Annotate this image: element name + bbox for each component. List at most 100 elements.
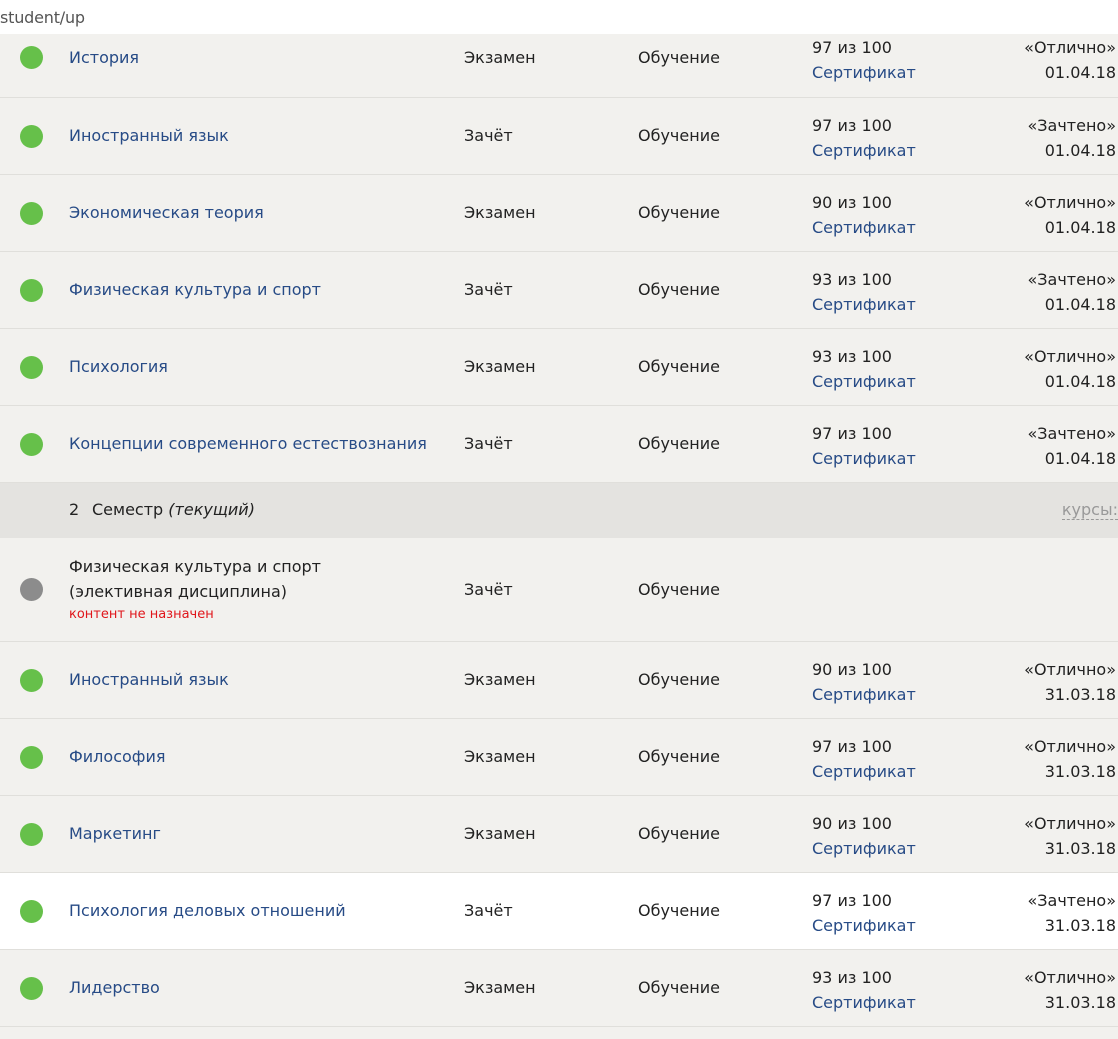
grade-date: 31.03.18 [1044,839,1116,858]
course-state: Обучение [638,48,720,67]
course-title-text: Физическая культура и спорт (элективная … [69,557,321,601]
course-state: Обучение [638,126,720,145]
course-state: Обучение [638,203,720,222]
address-bar[interactable]: student/up [0,0,1118,35]
control-type: Зачёт [464,280,513,299]
result-cell: «Отлично» 01.04.18 [1024,190,1116,240]
score-value: 90 из 100 [812,193,892,212]
course-link[interactable]: Психология деловых отношений [69,901,346,920]
grade-value: «Отлично» [1024,38,1116,57]
status-done-icon [20,669,43,692]
certificate-link[interactable]: Сертификат [812,682,916,707]
status-done-icon [20,279,43,302]
status-done-icon [20,823,43,846]
course-link[interactable]: Маркетинг [69,824,161,843]
grade-date: 01.04.18 [1044,449,1116,468]
grade-date: 31.03.18 [1044,762,1116,781]
score-cell: 93 из 100 Сертификат [812,344,916,394]
course-row: Иностранный язык Зачёт Обучение 97 из 10… [0,98,1118,175]
course-row: Лидерство Экзамен Обучение 93 из 100 Сер… [0,950,1118,1027]
certificate-link[interactable]: Сертификат [812,913,916,938]
grade-date: 01.04.18 [1044,141,1116,160]
semester-current-tag: (текущий) [168,500,255,519]
result-cell: «Отлично» 01.04.18 [1024,35,1116,85]
certificate-link[interactable]: Сертификат [812,990,916,1015]
certificate-link[interactable]: Сертификат [812,369,916,394]
status-done-icon [20,356,43,379]
status-done-icon [20,433,43,456]
course-state: Обучение [638,670,720,689]
score-value: 90 из 100 [812,814,892,833]
course-state: Обучение [638,747,720,766]
certificate-link[interactable]: Сертификат [812,215,916,240]
score-value: 90 из 100 [812,660,892,679]
certificate-link[interactable]: Сертификат [812,60,916,85]
grade-value: «Отлично» [1024,814,1116,833]
certificate-link[interactable]: Сертификат [812,292,916,317]
certificate-link[interactable]: Сертификат [812,759,916,784]
status-done-icon [20,900,43,923]
result-cell: «Отлично» 31.03.18 [1024,811,1116,861]
status-done-icon [20,125,43,148]
score-value: 93 из 100 [812,347,892,366]
score-cell: 97 из 100 Сертификат [812,734,916,784]
course-link[interactable]: Физическая культура и спорт [69,280,321,299]
grade-date: 01.04.18 [1044,63,1116,82]
grade-value: «Отлично» [1024,660,1116,679]
course-title: Физическая культура и спорт (элективная … [69,554,429,626]
course-state: Обучение [638,580,720,599]
control-type: Экзамен [464,357,536,376]
grade-date: 31.03.18 [1044,916,1116,935]
score-value: 93 из 100 [812,968,892,987]
course-link[interactable]: Концепции современного естествознания [69,434,427,453]
course-link[interactable]: Лидерство [69,978,160,997]
warning-text: контент не назначен [69,607,214,622]
control-type: Зачёт [464,580,513,599]
url-text[interactable]: student/up [0,8,85,27]
grade-value: «Зачтено» [1027,116,1116,135]
result-cell: «Отлично» 31.03.18 [1024,965,1116,1015]
score-cell: 97 из 100 Сертификат [812,888,916,938]
control-type: Экзамен [464,48,536,67]
grade-value: «Отлично» [1024,968,1116,987]
course-link[interactable]: История [69,48,139,67]
course-link[interactable]: Экономическая теория [69,203,264,222]
control-type: Экзамен [464,824,536,843]
course-row: Физическая культура и спорт Зачёт Обучен… [0,252,1118,329]
course-link[interactable]: Философия [69,747,165,766]
result-cell: «Отлично» 31.03.18 [1024,734,1116,784]
score-cell: 97 из 100 Сертификат [812,35,916,85]
score-value: 97 из 100 [812,424,892,443]
course-link[interactable]: Иностранный язык [69,126,229,145]
semester-title: Семестр (текущий) [92,500,255,519]
score-cell: 93 из 100 Сертификат [812,267,916,317]
grade-value: «Отлично» [1024,193,1116,212]
control-type: Экзамен [464,747,536,766]
course-row: Психология Экзамен Обучение 93 из 100 Се… [0,329,1118,406]
status-pending-icon [20,578,43,601]
control-type: Зачёт [464,126,513,145]
control-type: Экзамен [464,203,536,222]
course-link[interactable]: Иностранный язык [69,670,229,689]
control-type: Экзамен [464,670,536,689]
result-cell: «Зачтено» 01.04.18 [1027,421,1116,471]
score-cell: 97 из 100 Сертификат [812,113,916,163]
certificate-link[interactable]: Сертификат [812,836,916,861]
result-cell: «Отлично» 01.04.18 [1024,344,1116,394]
courses-toggle-link[interactable]: курсы: [1061,501,1118,520]
grade-date: 31.03.18 [1044,685,1116,704]
course-row: Концепции современного естествознания За… [0,406,1118,483]
course-row: Иностранный язык Экзамен Обучение 90 из … [0,642,1118,719]
grade-value: «Отлично» [1024,347,1116,366]
grade-date: 31.03.18 [1044,993,1116,1012]
certificate-link[interactable]: Сертификат [812,446,916,471]
course-link[interactable]: Психология [69,357,168,376]
certificate-link[interactable]: Сертификат [812,138,916,163]
status-done-icon [20,746,43,769]
course-row: Экономическая теория Экзамен Обучение 90… [0,175,1118,252]
score-value: 97 из 100 [812,891,892,910]
curriculum-list: История Экзамен Обучение 97 из 100 Серти… [0,34,1118,1027]
score-value: 97 из 100 [812,737,892,756]
course-state: Обучение [638,978,720,997]
score-value: 97 из 100 [812,116,892,135]
